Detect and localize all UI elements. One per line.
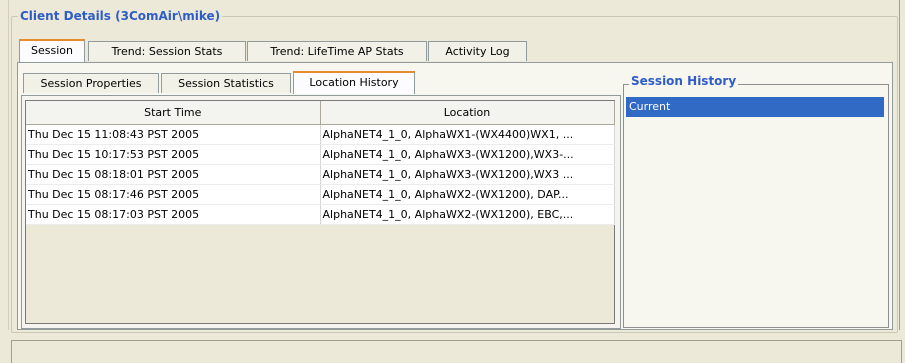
tab-location-history[interactable]: Location History	[293, 71, 415, 94]
session-history-list[interactable]	[623, 84, 889, 328]
location-history-table[interactable]: Start Time Location Thu Dec 15 11:08:43 …	[25, 100, 615, 324]
column-header-location[interactable]: Location	[320, 101, 615, 125]
location-cell: AlphaNET4_1_0, AlphaWX3-(WX1200),WX3 ...	[320, 164, 615, 185]
table-row[interactable]: Thu Dec 15 08:17:46 PST 2005 AlphaNET4_1…	[26, 184, 615, 205]
table-row[interactable]: Thu Dec 15 08:17:03 PST 2005 AlphaNET4_1…	[26, 204, 615, 225]
session-history-title: Session History	[629, 74, 739, 88]
location-cell: AlphaNET4_1_0, AlphaWX3-(WX1200),WX3-...	[320, 144, 615, 165]
table-row[interactable]: Thu Dec 15 08:18:01 PST 2005 AlphaNET4_1…	[26, 164, 615, 185]
table-row[interactable]: Thu Dec 15 10:17:53 PST 2005 AlphaNET4_1…	[26, 144, 615, 165]
tab-session-properties[interactable]: Session Properties	[23, 73, 159, 93]
tab-activity-log[interactable]: Activity Log	[428, 41, 527, 61]
session-history-item-current[interactable]: Current	[626, 97, 884, 117]
status-bar	[11, 340, 902, 363]
tab-session[interactable]: Session	[19, 39, 85, 62]
start-time-cell: Thu Dec 15 11:08:43 PST 2005	[26, 124, 321, 145]
start-time-cell: Thu Dec 15 08:18:01 PST 2005	[26, 164, 321, 185]
table-row[interactable]: Thu Dec 15 11:08:43 PST 2005 AlphaNET4_1…	[26, 124, 615, 145]
start-time-cell: Thu Dec 15 10:17:53 PST 2005	[26, 144, 321, 165]
start-time-cell: Thu Dec 15 08:17:03 PST 2005	[26, 204, 321, 225]
location-cell: AlphaNET4_1_0, AlphaWX1-(WX4400)WX1, ...	[320, 124, 615, 145]
location-cell: AlphaNET4_1_0, AlphaWX2-(WX1200), DAP...	[320, 184, 615, 205]
tab-trend-lifetime-ap-stats[interactable]: Trend: LifeTime AP Stats	[247, 41, 427, 61]
start-time-cell: Thu Dec 15 08:17:46 PST 2005	[26, 184, 321, 205]
client-details-title: Client Details (3ComAir\mike)	[18, 9, 223, 23]
tab-trend-session-stats[interactable]: Trend: Session Stats	[88, 41, 246, 61]
column-header-start-time[interactable]: Start Time	[26, 101, 321, 125]
tab-session-statistics[interactable]: Session Statistics	[161, 73, 291, 93]
location-cell: AlphaNET4_1_0, AlphaWX2-(WX1200), EBC,..…	[320, 204, 615, 225]
table-header-row: Start Time Location	[26, 101, 615, 125]
